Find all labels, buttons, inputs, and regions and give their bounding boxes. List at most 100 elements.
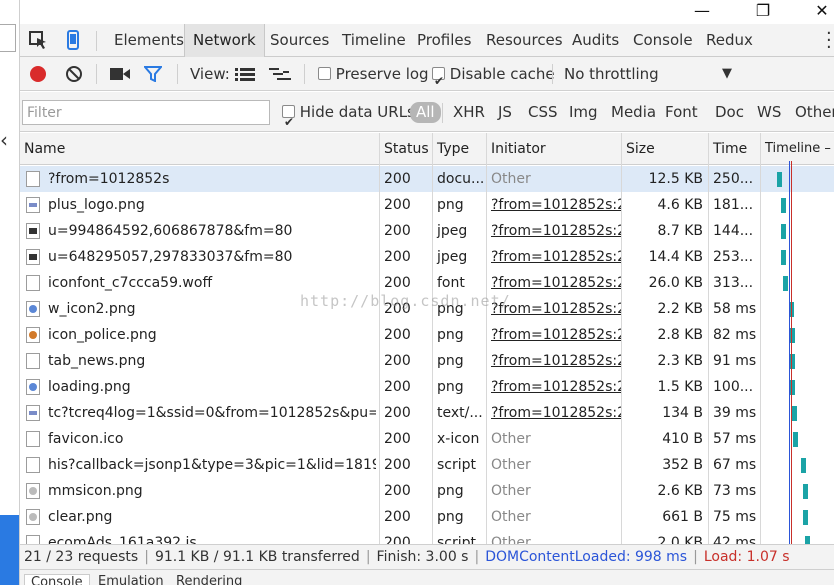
cell-size: 134 B xyxy=(662,405,703,421)
file-icon xyxy=(26,301,40,317)
cell-size: 2.6 KB xyxy=(657,483,704,499)
timeline-bar xyxy=(803,484,808,499)
filter-type-xhr[interactable]: XHR xyxy=(453,92,485,132)
table-row[interactable]: mmsicon.png 200 png Other 2.6 KB 73 ms xyxy=(20,478,834,504)
table-row[interactable]: iconfont_c7ccca59.woff 200 font ?from=10128… xyxy=(20,270,834,296)
table-row[interactable]: icon_police.png 200 png ?from=1012852s:2 2.8… xyxy=(20,322,834,348)
column-type[interactable]: Type xyxy=(433,133,487,165)
table-row[interactable]: u=648295057,297833037&fm=80 200 jpeg ?from=… xyxy=(20,244,834,270)
inspect-element-icon[interactable] xyxy=(28,30,50,50)
disable-cache-box[interactable] xyxy=(432,64,445,98)
tab-timeline[interactable]: Timeline xyxy=(334,24,414,57)
table-row[interactable]: tc?tcreq4log=1&ssid=0&from=1012852s&pu=s… xyxy=(20,400,834,426)
filter-type-font[interactable]: Font xyxy=(665,92,698,132)
cell-initiator[interactable]: ?from=1012852s:2 xyxy=(487,296,622,322)
tabbar-divider xyxy=(96,31,97,51)
table-row[interactable]: favicon.ico 200 x-icon Other 410 B 57 ms xyxy=(20,426,834,452)
cell-status: 200 xyxy=(384,431,411,447)
tab-network[interactable]: Network xyxy=(184,24,265,57)
video-camera-icon[interactable] xyxy=(110,67,130,81)
file-icon xyxy=(26,223,40,239)
list-view-icon[interactable] xyxy=(235,67,255,81)
table-row[interactable]: loading.png 200 png ?from=1012852s:2 1.5 KB 1… xyxy=(20,374,834,400)
column-name[interactable]: Name xyxy=(20,133,380,165)
cell-status: 200 xyxy=(384,275,411,291)
disable-cache-checkbox[interactable]: Disable cache xyxy=(432,57,555,98)
cell-status: 200 xyxy=(384,535,411,544)
table-row[interactable]: clear.png 200 png Other 661 B 75 ms xyxy=(20,504,834,530)
close-button[interactable]: ✕ xyxy=(802,0,834,22)
tab-profiles[interactable]: Profiles xyxy=(409,24,479,57)
filter-icon[interactable] xyxy=(144,66,162,82)
cell-initiator[interactable]: ?from=1012852s:2 xyxy=(487,400,622,426)
drawer-tab-console[interactable]: Console xyxy=(24,574,90,585)
table-row[interactable]: ecomAds_161a392.js 200 script Other 2.0 KB 42… xyxy=(20,530,834,544)
device-mode-icon[interactable] xyxy=(62,30,84,50)
file-icon xyxy=(26,535,40,544)
restore-button[interactable]: ❐ xyxy=(743,0,783,22)
more-options-icon[interactable]: · · · xyxy=(826,25,832,57)
tab-sources[interactable]: Sources xyxy=(262,24,337,57)
cell-initiator[interactable]: ?from=1012852s:2 xyxy=(487,348,622,374)
column-divider xyxy=(708,133,709,544)
filter-type-css[interactable]: CSS xyxy=(528,92,558,132)
filter-type-img[interactable]: Img xyxy=(569,92,598,132)
column-size[interactable]: Size xyxy=(622,133,709,165)
table-row[interactable]: his?callback=jsonp1&type=3&pic=1&lid=181… xyxy=(20,452,834,478)
preserve-log-box[interactable] xyxy=(318,67,331,80)
cell-name: his?callback=jsonp1&type=3&pic=1&lid=181… xyxy=(48,457,376,473)
filter-input[interactable] xyxy=(22,100,270,125)
hide-data-urls-checkbox[interactable]: Hide data URLs xyxy=(282,92,415,142)
dom-content-loaded-marker xyxy=(789,161,790,544)
cell-type: script xyxy=(437,457,477,473)
filter-type-js[interactable]: JS xyxy=(498,92,512,132)
filter-type-all[interactable]: All xyxy=(410,102,441,123)
cell-initiator[interactable]: ?from=1012852s:2 xyxy=(487,322,622,348)
cell-time: 250... xyxy=(713,171,754,187)
table-row[interactable]: plus_logo.png 200 png ?from=1012852s:2 4.6 K… xyxy=(20,192,834,218)
table-row[interactable]: w_icon2.png 200 png ?from=1012852s:2 2.2 KB 5… xyxy=(20,296,834,322)
table-row[interactable]: ?from=1012852s 200 docu... Other 12.5 KB 250.… xyxy=(20,166,834,192)
hide-data-urls-box[interactable] xyxy=(282,102,295,142)
throttling-select[interactable]: No throttling ▼ xyxy=(564,57,744,91)
table-row[interactable]: u=994864592,606867878&fm=80 200 jpeg ?from=… xyxy=(20,218,834,244)
tab-audits[interactable]: Audits xyxy=(564,24,627,57)
cell-status: 200 xyxy=(384,353,411,369)
cell-initiator[interactable]: ?from=1012852s:2 xyxy=(487,218,622,244)
drawer-tab-rendering[interactable]: Rendering xyxy=(176,574,242,585)
clear-icon[interactable] xyxy=(65,65,83,83)
filter-type-doc[interactable]: Doc xyxy=(715,92,744,132)
column-status[interactable]: Status xyxy=(380,133,433,165)
cell-name: plus_logo.png xyxy=(48,197,145,213)
filter-divider xyxy=(442,103,443,123)
disable-cache-label: Disable cache xyxy=(449,65,555,83)
tab-elements[interactable]: Elements xyxy=(106,24,192,57)
tab-resources[interactable]: Resources xyxy=(478,24,571,57)
filter-type-ws[interactable]: WS xyxy=(757,92,781,132)
cell-type: png xyxy=(437,379,464,395)
cell-size: 4.6 KB xyxy=(657,197,704,213)
tab-redux[interactable]: Redux xyxy=(698,24,761,57)
cell-type: png xyxy=(437,353,464,369)
cell-time: 42 ms xyxy=(713,535,757,544)
minimize-button[interactable]: — xyxy=(682,0,722,22)
waterfall-view-icon[interactable] xyxy=(269,67,291,81)
cell-initiator[interactable]: ?from=1012852s:2 xyxy=(487,244,622,270)
cell-initiator[interactable]: ?from=1012852s:2 xyxy=(487,374,622,400)
toolbar-divider xyxy=(96,64,97,84)
column-timeline[interactable]: Timeline – S xyxy=(761,133,834,165)
column-time[interactable]: Time xyxy=(709,133,761,165)
filter-type-other[interactable]: Other xyxy=(795,92,834,132)
cell-initiator[interactable]: ?from=1012852s:2 xyxy=(487,192,622,218)
preserve-log-checkbox[interactable]: Preserve log xyxy=(318,57,429,91)
drawer-tab-emulation[interactable]: Emulation xyxy=(98,574,164,585)
filter-type-media[interactable]: Media xyxy=(611,92,656,132)
cell-name: tc?tcreq4log=1&ssid=0&from=1012852s&pu=s… xyxy=(48,405,376,421)
cell-size: 14.4 KB xyxy=(648,249,703,265)
cell-initiator[interactable]: ?from=1012852s:2 xyxy=(487,270,622,296)
tab-console[interactable]: Console xyxy=(625,24,701,57)
record-icon[interactable] xyxy=(29,65,47,83)
table-row[interactable]: tab_news.png 200 png ?from=1012852s:2 2.3 KB… xyxy=(20,348,834,374)
cell-size: 2.0 KB xyxy=(657,535,704,544)
column-initiator[interactable]: Initiator xyxy=(487,133,622,165)
